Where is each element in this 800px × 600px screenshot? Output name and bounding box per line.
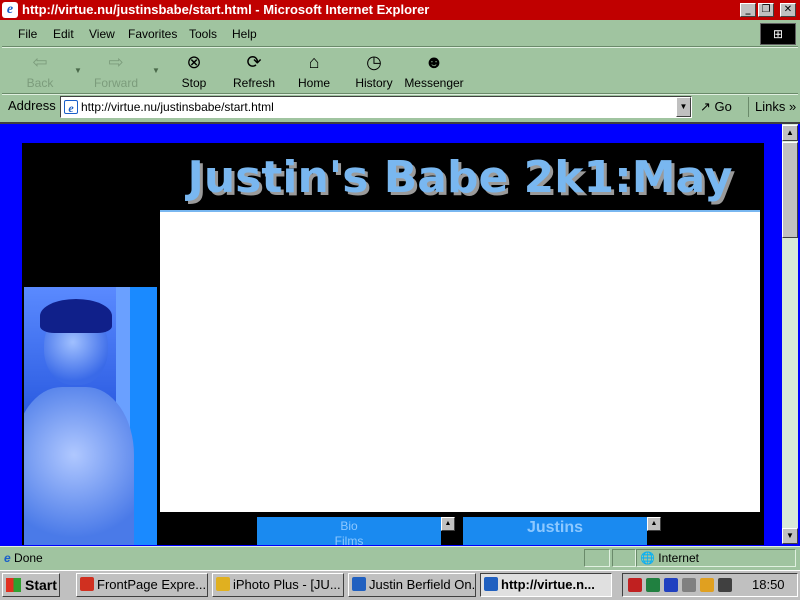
status-text: e Done [4, 551, 43, 565]
frontpage-icon [80, 577, 94, 591]
start-label: Start [25, 577, 57, 593]
photo-image [24, 287, 157, 545]
task-iphoto[interactable]: iPhoto Plus - [JU... [212, 573, 344, 597]
refresh-icon: ⟳ [246, 52, 262, 72]
go-label: Go [714, 99, 732, 114]
forward-button[interactable]: ⇨ Forward [86, 50, 146, 92]
status-done-label: Done [14, 551, 43, 565]
bottom-bar [160, 513, 760, 545]
home-button[interactable]: ⌂ Home [284, 50, 344, 92]
menu-file[interactable]: File [18, 27, 37, 41]
task-label: Justin Berfield On... [369, 577, 476, 592]
back-arrow-icon: ⇦ [32, 52, 48, 72]
scroll-up-icon[interactable]: ▲ [441, 517, 455, 531]
chevron-right-icon: » [788, 99, 797, 114]
mini-title: Justins [526, 519, 583, 536]
messenger-icon: ☻ [424, 52, 444, 72]
menu-favorites[interactable]: Favorites [128, 27, 177, 41]
links-label: Links [755, 99, 786, 114]
restore-button[interactable]: ❐ [758, 3, 774, 17]
task-label: iPhoto Plus - [JU... [233, 577, 341, 592]
tray-icon[interactable] [664, 578, 678, 592]
mini-frame-right[interactable]: Justins [463, 517, 647, 545]
scroll-down-icon[interactable]: ▼ [782, 528, 798, 544]
address-label: Address [8, 98, 56, 113]
forward-arrow-icon: ⇨ [108, 52, 124, 72]
menu-edit[interactable]: Edit [53, 27, 74, 41]
ie-page-icon [484, 577, 498, 591]
forward-label: Forward [93, 76, 138, 90]
back-label: Back [26, 76, 54, 90]
tray-icon[interactable] [646, 578, 660, 592]
toolbar-divider [2, 46, 798, 48]
history-button[interactable]: ◷ History [344, 50, 404, 92]
menu-tools[interactable]: Tools [189, 27, 217, 41]
scroll-thumb[interactable] [782, 142, 798, 238]
mini-frame-left[interactable]: Bio Films [257, 517, 441, 545]
globe-icon: 🌐 [640, 551, 655, 565]
menu-help[interactable]: Help [232, 27, 257, 41]
back-dropdown-icon[interactable]: ▼ [74, 66, 82, 75]
address-divider [2, 93, 798, 95]
windows-flag-icon [6, 578, 21, 592]
messenger-label: Messenger [404, 76, 464, 90]
mini-link-films[interactable]: Films [257, 534, 441, 545]
menu-view[interactable]: View [89, 27, 115, 41]
ie-logo-icon: e [2, 2, 18, 18]
status-cell [612, 549, 636, 567]
stop-button[interactable]: ⊗ Stop [164, 50, 224, 92]
photo-hair [40, 299, 112, 333]
photo-stripe [130, 287, 157, 545]
history-label: History [355, 76, 393, 90]
start-button[interactable]: Start [2, 573, 60, 597]
stop-icon: ⊗ [186, 52, 202, 72]
go-arrow-icon: ↗ [700, 99, 711, 114]
zone-label: Internet [658, 551, 699, 565]
task-justin-berfield[interactable]: Justin Berfield On... [348, 573, 476, 597]
scroll-up-icon[interactable]: ▲ [782, 125, 798, 141]
page-icon: e [64, 100, 78, 115]
back-button[interactable]: ⇦ Back [10, 50, 70, 92]
address-dropdown-icon[interactable]: ▼ [676, 97, 691, 117]
stop-label: Stop [181, 76, 207, 90]
history-icon: ◷ [366, 52, 382, 72]
ie-page-icon [352, 577, 366, 591]
left-panel [24, 145, 157, 287]
close-button[interactable]: ✕ [780, 3, 796, 17]
task-label: FrontPage Expre... [97, 577, 207, 592]
mini-link-bio[interactable]: Bio [257, 519, 441, 533]
forward-dropdown-icon[interactable]: ▼ [152, 66, 160, 75]
banner-title: Justin's Babe 2k1:May [187, 152, 733, 203]
status-cell [584, 549, 610, 567]
clock: 18:50 [752, 577, 785, 592]
tray-icon[interactable] [628, 578, 642, 592]
home-icon: ⌂ [308, 52, 320, 72]
volume-icon[interactable] [700, 578, 714, 592]
security-zone: 🌐 Internet [640, 551, 699, 565]
window-title: http://virtue.nu/justinsbabe/start.html … [22, 2, 430, 17]
messenger-button[interactable]: ☻ Messenger [404, 50, 464, 92]
task-label: http://virtue.n... [501, 577, 595, 592]
scroll-up-icon[interactable]: ▲ [647, 517, 661, 531]
menu-bar: File Edit View Favorites Tools Help [0, 22, 760, 46]
home-label: Home [297, 76, 330, 90]
minimize-button[interactable]: _ [740, 3, 756, 17]
network-icon[interactable] [718, 578, 732, 592]
iphoto-icon [216, 577, 230, 591]
address-input[interactable] [81, 99, 671, 115]
photo-body [24, 387, 134, 545]
status-page-icon: e [4, 551, 11, 565]
task-ie-active[interactable]: http://virtue.n... [480, 573, 612, 597]
content-frame [160, 210, 760, 512]
title-bar: e http://virtue.nu/justinsbabe/start.htm… [0, 0, 800, 20]
links-button[interactable]: Links » [748, 97, 800, 117]
windows-logo-icon: ⊞ [760, 23, 796, 45]
task-frontpage[interactable]: FrontPage Expre... [76, 573, 208, 597]
go-button[interactable]: ↗ Go [700, 97, 740, 117]
refresh-label: Refresh [232, 76, 276, 90]
refresh-button[interactable]: ⟳ Refresh [224, 50, 284, 92]
address-bar[interactable]: e [60, 96, 692, 118]
tray-icon[interactable] [682, 578, 696, 592]
